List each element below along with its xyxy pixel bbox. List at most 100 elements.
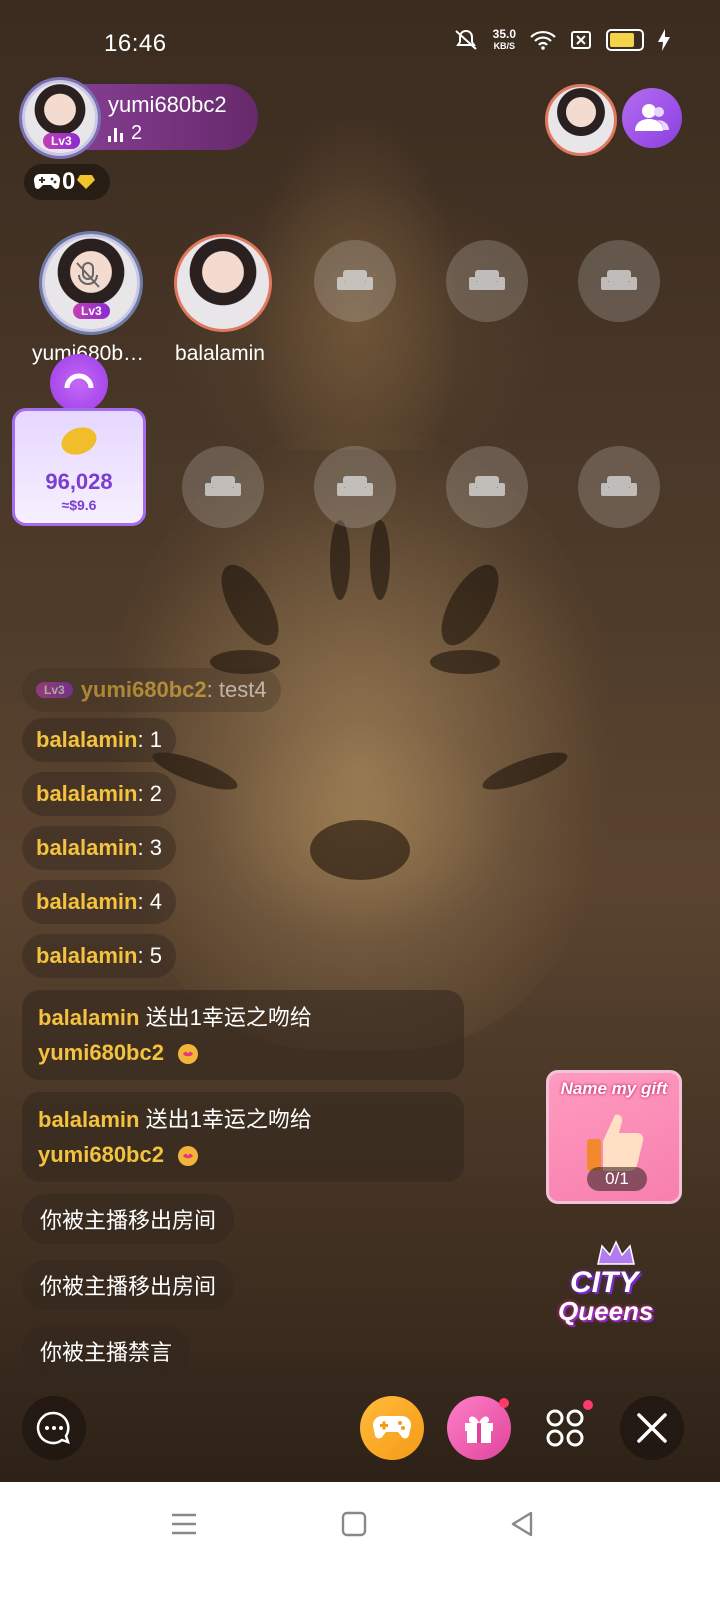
gamepad-icon <box>34 173 60 189</box>
host-level-badge: Lv3 <box>43 133 80 149</box>
sofa-icon <box>469 270 505 290</box>
sofa-icon <box>337 476 373 496</box>
mascot-icon <box>50 354 108 412</box>
chat-text: : 4 <box>137 889 162 914</box>
network-speed: 35.0 KB/S <box>492 27 516 51</box>
city-queens-logo[interactable]: CITY Queens <box>552 1240 680 1348</box>
crown-icon <box>597 1240 635 1265</box>
live-room-screen: 16:46 35.0 KB/S Lv3 yumi680bc2 2 0 Lv3 y… <box>0 0 720 1600</box>
battery-icon <box>606 29 644 51</box>
seat-2-avatar[interactable] <box>174 234 272 332</box>
chat-text: : test4 <box>206 677 267 702</box>
home-icon[interactable] <box>341 1511 367 1537</box>
games-button[interactable] <box>360 1396 424 1460</box>
chat-message: balalamin : 5 <box>22 934 176 978</box>
gift-action: 送出1幸运之吻给 <box>139 1107 312 1132</box>
chat-text: : 2 <box>137 781 162 806</box>
gift-message: balalamin 送出1幸运之吻给 yumi680bc2 <box>22 990 464 1080</box>
seat-1-level-badge: Lv3 <box>73 303 110 319</box>
chat-message: balalamin : 1 <box>22 718 176 762</box>
sofa-icon <box>601 476 637 496</box>
audience-list-button[interactable] <box>622 88 682 148</box>
no-sim-icon <box>571 31 591 49</box>
chat-username: yumi680bc2 <box>80 677 207 702</box>
kiss-gift-icon <box>178 1044 199 1065</box>
audio-bars-icon <box>108 126 123 142</box>
gift-receiver: yumi680bc2 <box>38 1142 164 1167</box>
chat-input-button[interactable] <box>22 1396 86 1460</box>
bean-coin-icon <box>61 427 97 455</box>
system-navigation-bar <box>0 1482 720 1600</box>
mute-notifications-icon <box>454 29 477 50</box>
empty-seat-8[interactable] <box>446 446 528 528</box>
chat-message: Lv3 yumi680bc2 : test4 <box>22 668 281 712</box>
status-icons: 35.0 KB/S <box>453 28 670 52</box>
empty-seat-9[interactable] <box>578 446 660 528</box>
gift-sender: balalamin <box>38 1005 140 1030</box>
gift-sender: balalamin <box>38 1107 140 1132</box>
system-message: 你被主播移出房间 <box>22 1194 235 1244</box>
sofa-icon <box>601 270 637 290</box>
seat-2-name: balalamin <box>175 342 265 365</box>
apps-grid-icon <box>546 1409 584 1447</box>
empty-seat-7[interactable] <box>314 446 396 528</box>
host-name: yumi680bc2 <box>108 92 227 117</box>
gamepad-icon <box>373 1415 411 1439</box>
host-info-pill[interactable]: Lv3 yumi680bc2 2 <box>22 80 258 156</box>
gift-box-icon <box>465 1416 493 1443</box>
empty-seat-5[interactable] <box>578 240 660 322</box>
charging-icon <box>658 29 670 51</box>
chat-text: : 5 <box>137 943 162 968</box>
chat-message: balalamin : 3 <box>22 826 176 870</box>
empty-seat-4[interactable] <box>446 240 528 322</box>
name-my-gift-card[interactable]: Name my gift 0/1 <box>546 1070 682 1204</box>
coin-value: 96,028 <box>45 469 113 494</box>
city-logo-line2: Queens <box>558 1296 654 1326</box>
sofa-icon <box>205 476 241 496</box>
empty-seat-6[interactable] <box>182 446 264 528</box>
recent-apps-icon[interactable] <box>171 1511 197 1537</box>
chat-message: balalamin : 4 <box>22 880 176 924</box>
chat-username: balalamin <box>36 781 138 806</box>
diamond-icon <box>77 175 96 189</box>
gift-card-progress: 0/1 <box>587 1167 647 1191</box>
users-icon <box>635 104 669 131</box>
gift-action: 送出1幸运之吻给 <box>139 1005 312 1030</box>
more-apps-button[interactable] <box>533 1396 597 1460</box>
seat-1-avatar[interactable]: Lv3 <box>42 234 140 332</box>
top-viewer-avatar[interactable] <box>545 84 617 156</box>
gift-receiver: yumi680bc2 <box>38 1040 164 1065</box>
listener-count: 2 <box>108 122 142 145</box>
host-avatar[interactable]: Lv3 <box>22 80 98 156</box>
chat-bubble-icon <box>36 1411 70 1445</box>
chat-level-badge: Lv3 <box>36 682 73 698</box>
chat-username: balalamin <box>36 889 138 914</box>
chat-text: : 3 <box>137 835 162 860</box>
status-bar: 16:46 35.0 KB/S <box>0 0 720 88</box>
apps-notification-dot <box>583 1400 593 1410</box>
gift-button[interactable] <box>447 1396 511 1460</box>
gift-card-title: Name my gift <box>560 1079 668 1098</box>
chat-message: balalamin : 2 <box>22 772 176 816</box>
chat-username: balalamin <box>36 835 138 860</box>
back-icon[interactable] <box>509 1511 535 1537</box>
gift-message: balalamin 送出1幸运之吻给 yumi680bc2 <box>22 1092 464 1182</box>
chat-text: : 1 <box>137 727 162 752</box>
system-message: 你被主播禁言 <box>22 1326 191 1376</box>
chat-username: balalamin <box>36 727 138 752</box>
close-icon <box>637 1413 667 1443</box>
coin-usd-value: ≈$9.6 <box>61 497 97 513</box>
sofa-icon <box>337 270 373 290</box>
wifi-icon <box>530 30 556 50</box>
clock: 16:46 <box>104 30 167 57</box>
coin-balance-card[interactable]: 96,028 ≈$9.6 <box>12 408 146 526</box>
game-counter[interactable]: 0 <box>24 164 110 200</box>
sofa-icon <box>469 476 505 496</box>
empty-seat-3[interactable] <box>314 240 396 322</box>
game-counter-value: 0 <box>62 168 76 195</box>
kiss-gift-icon <box>178 1146 199 1167</box>
mic-muted-icon <box>76 262 100 288</box>
chat-username: balalamin <box>36 943 138 968</box>
city-logo-line1: CITY <box>570 1266 639 1299</box>
close-room-button[interactable] <box>620 1396 684 1460</box>
